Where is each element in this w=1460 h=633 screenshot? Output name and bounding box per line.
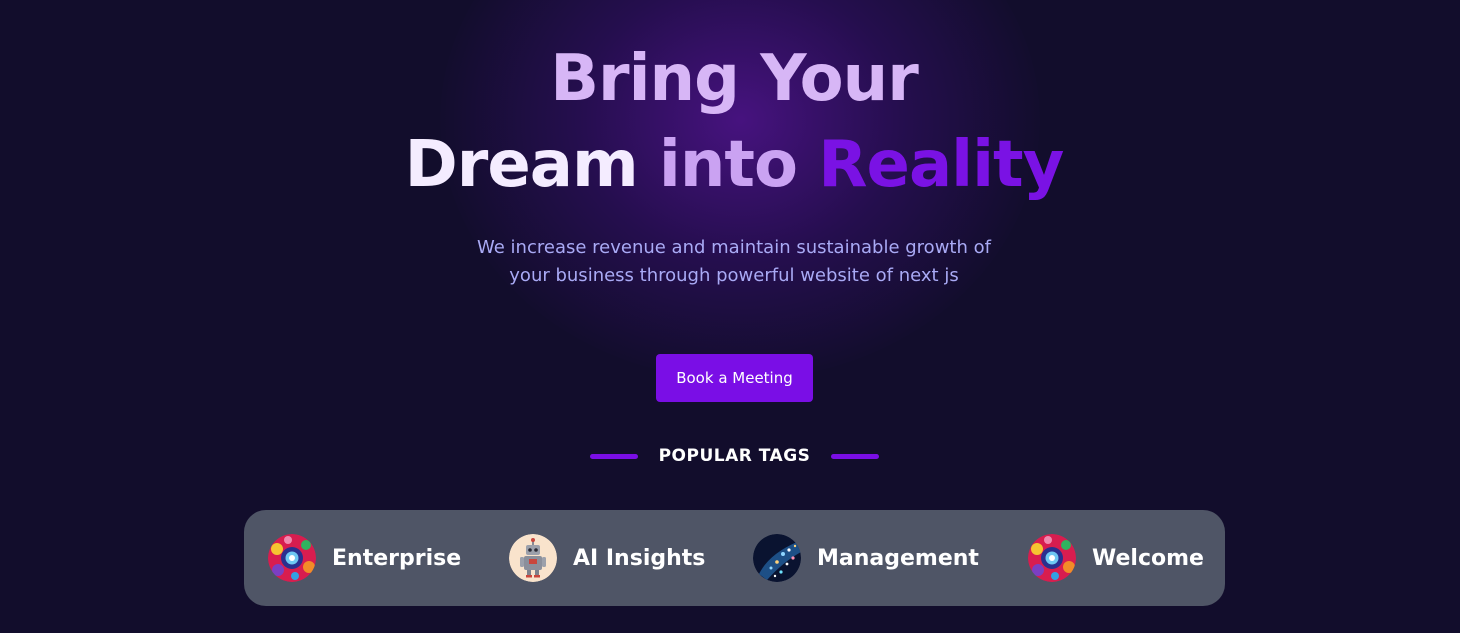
robot-avatar-icon xyxy=(509,534,557,582)
colorful-pattern-avatar-icon xyxy=(268,534,316,582)
hero-title-word-dream: Dream xyxy=(404,128,639,202)
heading-left-bar xyxy=(590,453,638,459)
hero-title-word-into: into xyxy=(658,128,798,202)
popular-tags-panel: Enterprise AI Insights Management Welcom… xyxy=(244,510,1225,606)
heading-right-bar xyxy=(831,453,879,459)
popular-tags-heading: POPULAR TAGS xyxy=(590,443,879,469)
tag-enterprise[interactable]: Enterprise xyxy=(268,534,461,582)
tag-welcome[interactable]: Welcome xyxy=(1028,534,1204,582)
hero-subtitle-line-1: We increase revenue and maintain sustain… xyxy=(477,237,991,258)
hero-subtitle: We increase revenue and maintain sustain… xyxy=(0,234,1460,290)
tag-label-ai-insights: AI Insights xyxy=(573,545,706,571)
hero-title: Bring Your Dream into Reality xyxy=(0,36,1460,208)
tag-label-welcome: Welcome xyxy=(1092,545,1204,571)
tag-ai-insights[interactable]: AI Insights xyxy=(509,534,705,582)
hero-title-word-reality: Reality xyxy=(818,128,1064,202)
hero-title-line-1: Bring Your xyxy=(550,42,919,116)
hero-title-line-2: Dream into Reality xyxy=(0,122,1460,208)
tag-management[interactable]: Management xyxy=(753,534,979,582)
book-meeting-button[interactable]: Book a Meeting xyxy=(656,354,813,402)
tag-label-management: Management xyxy=(817,545,979,571)
colorful-pattern-avatar-icon xyxy=(1028,534,1076,582)
city-lights-avatar-icon xyxy=(753,534,801,582)
hero-subtitle-line-2: your business through powerful website o… xyxy=(509,265,959,286)
popular-tags-label: POPULAR TAGS xyxy=(658,446,811,466)
tag-label-enterprise: Enterprise xyxy=(332,545,462,571)
